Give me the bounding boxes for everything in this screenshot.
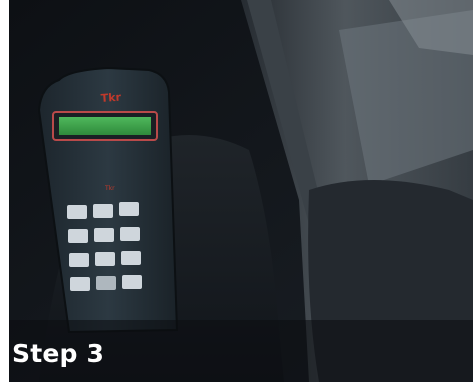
device-model-label: Tkr — [104, 185, 115, 192]
device-logo: Tkr — [100, 91, 122, 105]
step-caption: Step 3 — [12, 339, 105, 368]
car-interior-photo: Tkr Tkr — [9, 0, 473, 382]
step-photo-frame: Tkr Tkr Step 3 — [0, 0, 473, 382]
photo-illustration: Tkr Tkr — [9, 0, 473, 382]
device-screen — [59, 117, 151, 135]
